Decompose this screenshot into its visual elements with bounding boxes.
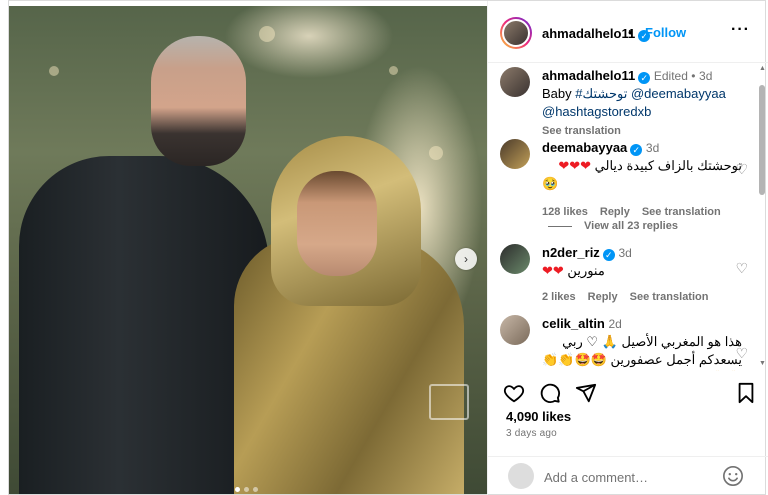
see-translation-link[interactable]: See translation — [542, 125, 621, 137]
see-translation-link[interactable]: See translation — [630, 291, 709, 303]
bokeh-light — [429, 146, 443, 160]
author-avatar[interactable] — [500, 67, 530, 97]
view-replies-button[interactable]: View all 23 replies — [548, 220, 678, 232]
post-modal: › ahmadalhelo11 ✓ • Follow ··· ahmadalhel… — [8, 0, 768, 495]
like-heart-icon[interactable] — [502, 381, 526, 405]
post-timestamp[interactable]: 3 days ago — [506, 428, 557, 439]
photo-man-suit — [19, 156, 269, 494]
post-actions — [488, 373, 768, 409]
comment: celik_altin 2d هذا هو المغربي الأصيل 🙏 ♡… — [500, 315, 750, 371]
mention-link[interactable]: @hashtagstoredxb — [542, 104, 651, 119]
comment-like-heart-icon[interactable]: ♡ — [735, 345, 748, 362]
comment-time: 2d — [608, 317, 622, 331]
verified-badge-icon: ✓ — [602, 249, 615, 261]
comment-author[interactable]: deemabayyaa — [542, 140, 627, 155]
post-header: ahmadalhelo11 ✓ • Follow ··· — [488, 1, 768, 63]
comment-author[interactable]: celik_altin — [542, 316, 605, 331]
post-photo[interactable]: › — [9, 6, 487, 494]
comments-list[interactable]: ahmadalhelo11 ✓ Edited • 3d Baby #توحشتك … — [488, 63, 756, 371]
commenter-avatar[interactable] — [500, 244, 530, 274]
author-username[interactable]: ahmadalhelo11 — [542, 26, 635, 41]
emoji-picker-icon[interactable] — [722, 465, 744, 487]
view-replies-label: View all 23 replies — [584, 220, 678, 232]
caption-text: Baby — [542, 86, 576, 101]
commenter-avatar[interactable] — [500, 139, 530, 169]
comment-likes[interactable]: 128 likes — [542, 206, 588, 218]
save-bookmark-icon[interactable] — [734, 381, 758, 405]
verified-badge-icon: ✓ — [638, 72, 651, 84]
share-send-icon[interactable] — [574, 381, 598, 405]
commenter-avatar[interactable] — [500, 315, 530, 345]
post-likes-count[interactable]: 4,090 likes — [506, 409, 571, 424]
bokeh-light — [259, 26, 275, 42]
caption-time: 3d — [699, 69, 713, 83]
comment-meta: 2 likes Reply See translation — [542, 288, 742, 306]
comment-text-extra: 🥹 — [542, 176, 559, 191]
verified-badge-icon: ✓ — [630, 144, 643, 156]
comment-text: 🙏🙏 — [542, 369, 742, 371]
follow-button[interactable]: Follow — [645, 25, 686, 40]
comment: n2der_riz ✓ 3d منورين ❤❤ 2 likes Reply See … — [500, 244, 750, 304]
comment-likes[interactable]: 2 likes — [542, 291, 576, 303]
scrollbar-thumb[interactable] — [759, 85, 765, 195]
caption-author[interactable]: ahmadalhelo11 — [542, 68, 635, 83]
edited-label: Edited • — [653, 69, 696, 83]
comment-text: توحشتك بالزاف كبيدة ديالي ❤❤❤ — [558, 158, 742, 173]
reply-button[interactable]: Reply — [588, 291, 618, 303]
comment-text: يسعدكم أجمل عصفورين 🤩🤩👏👏 — [542, 352, 742, 367]
comment-meta: 128 likes Reply See translation — [542, 203, 742, 221]
comment-like-heart-icon[interactable]: ♡ — [735, 260, 748, 277]
bokeh-light — [389, 66, 398, 75]
post-sidebar: ahmadalhelo11 ✓ • Follow ··· ahmadalhelo1… — [487, 1, 768, 495]
bokeh-light — [49, 66, 59, 76]
comment-input[interactable] — [544, 467, 724, 487]
comments-scrollbar[interactable]: ▲ ▼ — [759, 65, 766, 367]
carousel-next-button[interactable]: › — [455, 248, 477, 270]
current-user-avatar — [508, 463, 534, 489]
watermark-logo — [429, 384, 469, 420]
comment-time: 3d — [618, 246, 632, 260]
header-separator: • — [628, 25, 633, 40]
author-avatar[interactable] — [500, 17, 532, 49]
carousel-dot — [253, 487, 258, 492]
comment-time: 3d — [645, 141, 660, 155]
comment-like-heart-icon[interactable]: ♡ — [735, 161, 748, 178]
mention-link[interactable]: @deemabayyaa — [627, 86, 726, 101]
comment-author[interactable]: n2der_riz — [542, 245, 600, 260]
comment-bubble-icon[interactable] — [538, 381, 562, 405]
carousel-dot — [235, 487, 240, 492]
hashtag-link[interactable]: #توحشتك — [575, 86, 627, 101]
more-options-icon[interactable]: ··· — [731, 21, 750, 39]
photo-woman-face — [297, 171, 377, 276]
comment-text: منورين ❤❤ — [542, 263, 605, 278]
chevron-right-icon: › — [464, 252, 468, 266]
carousel-dots — [235, 487, 258, 492]
comment-text: هذا هو المغربي الأصيل 🙏 ♡ ربي — [562, 334, 742, 349]
scroll-up-arrow-icon[interactable]: ▲ — [759, 65, 766, 72]
add-comment-bar — [488, 456, 768, 495]
scroll-down-arrow-icon[interactable]: ▼ — [759, 360, 766, 367]
reply-button[interactable]: Reply — [600, 206, 630, 218]
carousel-dot — [244, 487, 249, 492]
photo-man-head — [151, 36, 246, 166]
see-translation-link[interactable]: See translation — [642, 206, 721, 218]
author-name-row: ahmadalhelo11 ✓ — [542, 25, 651, 43]
